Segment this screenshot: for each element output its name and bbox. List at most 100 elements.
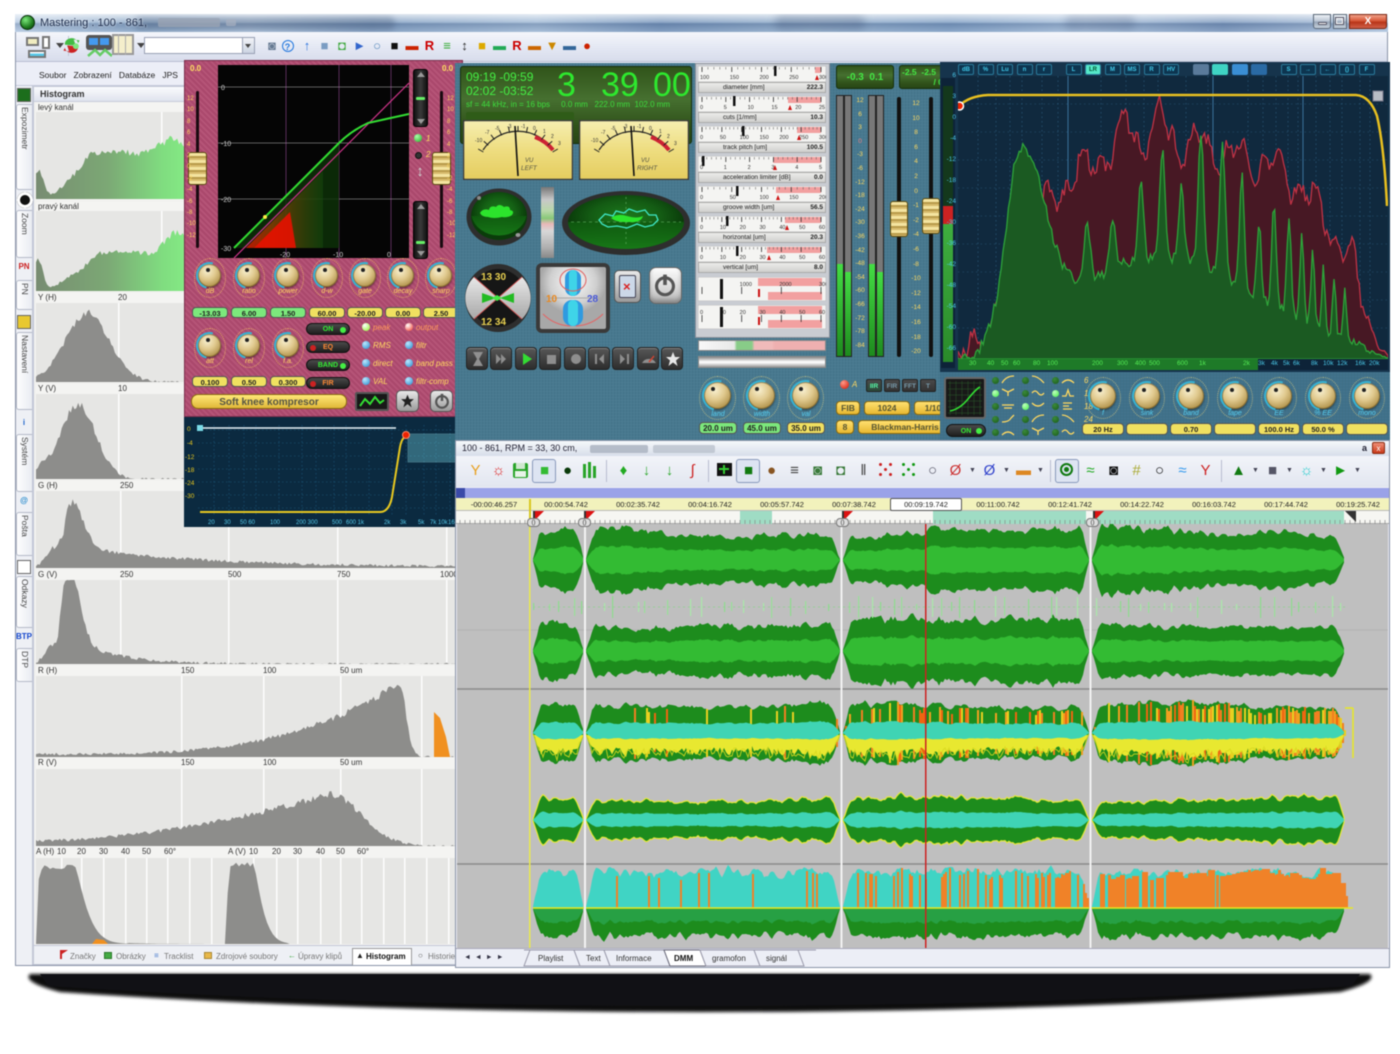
svg-text:4: 4 [795, 165, 798, 171]
svg-text:2: 2 [551, 134, 554, 140]
svg-text:-18: -18 [185, 467, 195, 474]
svg-text:0: 0 [700, 255, 703, 261]
svg-text:VU: VU [641, 158, 650, 164]
svg-text:20: 20 [795, 105, 801, 111]
svg-text:15: 15 [771, 105, 777, 111]
svg-text:40: 40 [779, 310, 785, 316]
svg-text:2: 2 [667, 134, 670, 140]
svg-text:-20: -20 [221, 197, 231, 204]
svg-text:3: 3 [674, 141, 677, 147]
svg-text:0: 0 [700, 195, 703, 201]
svg-text:200: 200 [779, 135, 788, 141]
svg-text:0: 0 [221, 85, 225, 92]
svg-text:50: 50 [799, 255, 805, 261]
svg-text:20: 20 [740, 310, 746, 316]
svg-text:150: 150 [730, 75, 739, 81]
svg-text:250: 250 [789, 75, 798, 81]
svg-text:30: 30 [760, 225, 766, 231]
svg-text:gramofon: gramofon [712, 954, 746, 963]
svg-text:150: 150 [789, 195, 798, 201]
svg-text:7k 10k: 7k 10k [430, 520, 449, 526]
svg-text:-5: -5 [611, 126, 616, 132]
svg-text:200: 200 [819, 195, 826, 201]
svg-text:100: 100 [760, 195, 769, 201]
svg-text:-5: -5 [495, 126, 500, 132]
svg-text:10: 10 [720, 225, 726, 231]
svg-text:300: 300 [819, 75, 826, 81]
svg-text:-10: -10 [221, 141, 231, 148]
svg-text:200 300: 200 300 [296, 520, 318, 526]
svg-text:10: 10 [748, 105, 754, 111]
svg-text:1: 1 [543, 129, 546, 135]
svg-text:50: 50 [799, 310, 805, 316]
svg-text:100: 100 [270, 520, 281, 526]
svg-text:-10: -10 [475, 138, 482, 144]
svg-text:5: 5 [819, 165, 822, 171]
svg-text:600 1k: 600 1k [346, 520, 365, 526]
svg-text:30: 30 [224, 520, 231, 526]
svg-text:LEFT: LEFT [521, 165, 538, 172]
svg-text:Playlist: Playlist [538, 954, 564, 963]
svg-text:40: 40 [779, 225, 785, 231]
svg-text:1000: 1000 [740, 282, 752, 288]
svg-text:0: 0 [700, 225, 703, 231]
svg-text:13 30: 13 30 [481, 272, 506, 283]
svg-text:5: 5 [724, 105, 727, 111]
svg-text:0: 0 [187, 426, 191, 433]
svg-text:2000: 2000 [779, 282, 791, 288]
svg-text:0: 0 [700, 310, 703, 316]
svg-text:20: 20 [740, 225, 746, 231]
svg-text:30: 30 [760, 255, 766, 261]
svg-text:-3: -3 [507, 124, 512, 130]
svg-text:-30: -30 [185, 493, 195, 500]
svg-text:0: 0 [387, 252, 391, 258]
svg-text:-4: -4 [187, 440, 193, 447]
svg-text:150: 150 [760, 135, 769, 141]
svg-text:3000: 3000 [819, 282, 826, 288]
svg-text:30: 30 [760, 310, 766, 316]
svg-text:-10: -10 [591, 138, 598, 144]
svg-text:-30: -30 [221, 246, 231, 253]
svg-text:10: 10 [720, 255, 726, 261]
svg-text:1: 1 [724, 165, 727, 171]
svg-text:0: 0 [700, 105, 703, 111]
svg-text:0: 0 [533, 126, 536, 132]
svg-text:1: 1 [659, 129, 662, 135]
svg-text:40: 40 [779, 255, 785, 261]
svg-text:200: 200 [760, 75, 769, 81]
svg-text:Informace: Informace [616, 954, 652, 963]
svg-text:5k: 5k [418, 520, 425, 526]
svg-text:28: 28 [587, 294, 599, 305]
svg-text:signál: signál [766, 954, 787, 963]
svg-text:VU: VU [525, 158, 534, 164]
svg-text:100: 100 [700, 75, 709, 81]
svg-text:60: 60 [819, 255, 825, 261]
svg-text:-12: -12 [185, 454, 195, 461]
svg-text:DMM: DMM [674, 954, 693, 963]
svg-text:12 34: 12 34 [481, 317, 506, 328]
svg-text:50: 50 [730, 195, 736, 201]
svg-text:60: 60 [819, 225, 825, 231]
svg-text:-24: -24 [185, 480, 195, 487]
svg-text:-1: -1 [521, 124, 526, 130]
svg-text:20: 20 [740, 255, 746, 261]
svg-text:50 60: 50 60 [240, 520, 256, 526]
svg-text:20: 20 [208, 520, 215, 526]
svg-text:3k: 3k [400, 520, 407, 526]
svg-text:300: 300 [819, 135, 826, 141]
svg-text:25: 25 [819, 105, 825, 111]
svg-text:Text: Text [586, 954, 601, 963]
svg-text:10: 10 [546, 294, 558, 305]
svg-text:RIGHT: RIGHT [637, 165, 658, 172]
svg-text:-3: -3 [623, 124, 628, 130]
svg-text:-1: -1 [637, 124, 642, 130]
svg-text:0: 0 [700, 135, 703, 141]
svg-text:-7: -7 [485, 130, 490, 136]
svg-text:2: 2 [748, 165, 751, 171]
svg-text:50: 50 [720, 135, 726, 141]
svg-text:0: 0 [649, 126, 652, 132]
svg-text:3: 3 [558, 141, 561, 147]
svg-text:50: 50 [799, 225, 805, 231]
svg-text:-10: -10 [333, 252, 343, 258]
svg-text:60: 60 [819, 310, 825, 316]
